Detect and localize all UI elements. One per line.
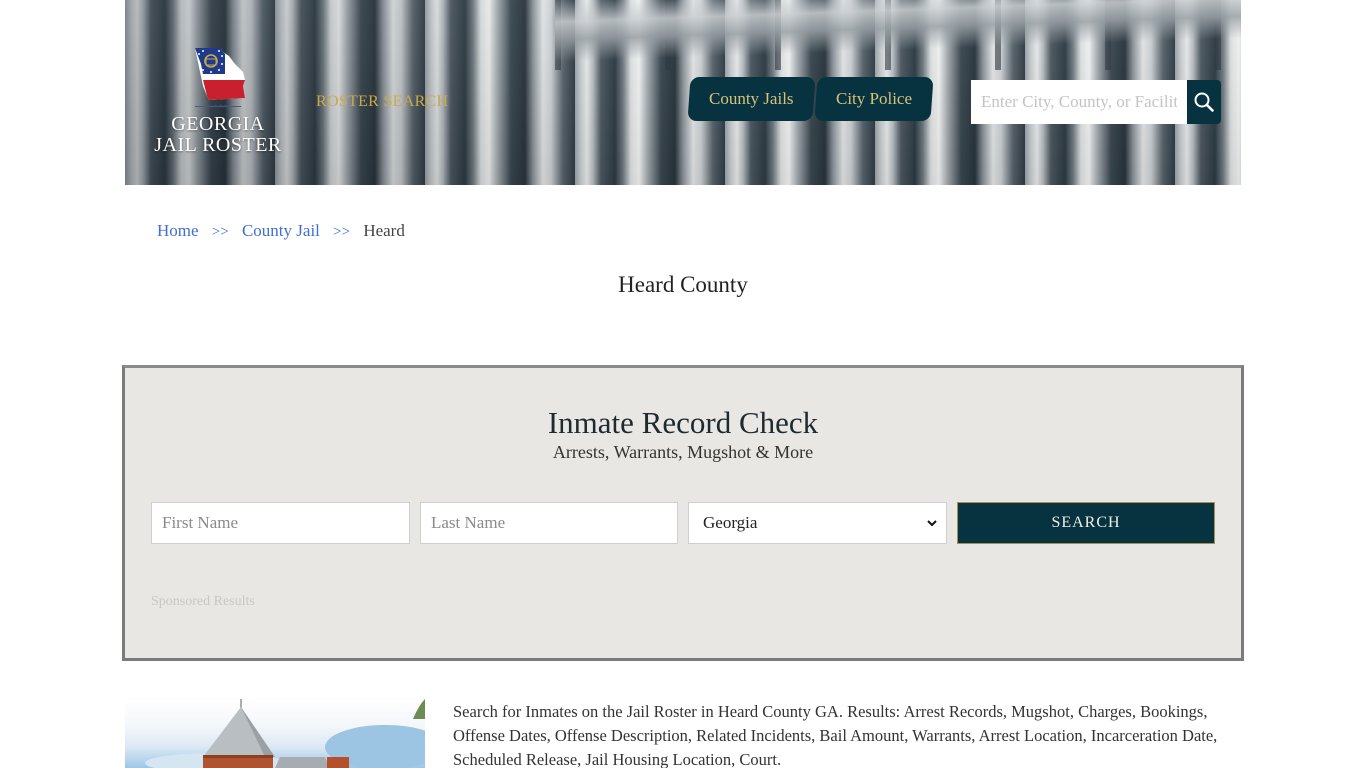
- panel-title: Inmate Record Check: [547, 405, 819, 440]
- logo-line-2: JAIL ROSTER: [154, 134, 282, 156]
- sponsored-results-label: Sponsored Results: [151, 594, 255, 609]
- inmate-record-check-panel: Inmate Record Check Arrests, Warrants, M…: [122, 365, 1244, 661]
- page-title: Heard County: [618, 272, 748, 297]
- main-nav: County Jails City Police: [687, 77, 934, 121]
- breadcrumb: Home >> County Jail >> Heard: [157, 221, 405, 241]
- site-logo[interactable]: GEORGIA JAIL ROSTER: [153, 46, 283, 166]
- facility-search: [971, 80, 1221, 124]
- roster-search-link[interactable]: ROSTER SEARCH: [316, 93, 448, 111]
- header-banner: GEORGIA JAIL ROSTER ROSTER SEARCH County…: [125, 0, 1241, 185]
- first-name-input[interactable]: [151, 502, 410, 544]
- breadcrumb-current: Heard: [363, 221, 405, 240]
- georgia-flag-map-icon: [195, 48, 245, 100]
- nav-tab-label: City Police: [835, 89, 912, 108]
- last-name-input[interactable]: [420, 502, 678, 544]
- nav-tab-county-jails[interactable]: County Jails: [687, 77, 816, 121]
- breadcrumb-separator: >>: [211, 224, 229, 240]
- facility-search-button[interactable]: [1187, 80, 1221, 124]
- chevron-down-icon: [927, 520, 937, 527]
- panel-subtitle: Arrests, Warrants, Mugshot & More: [552, 442, 814, 462]
- logo-line-1: GEORGIA: [171, 113, 265, 135]
- state-select[interactable]: Georgia: [688, 502, 947, 544]
- breadcrumb-county-jail[interactable]: County Jail: [242, 221, 320, 240]
- breadcrumb-home[interactable]: Home: [157, 221, 199, 240]
- jail-building-illustration: [145, 699, 425, 768]
- search-icon: [1194, 92, 1214, 112]
- nav-tab-city-police[interactable]: City Police: [814, 77, 934, 121]
- nav-tab-label: County Jails: [709, 89, 794, 108]
- facility-search-input[interactable]: [971, 80, 1187, 124]
- breadcrumb-separator: >>: [333, 224, 351, 240]
- search-button[interactable]: SEARCH: [957, 502, 1215, 544]
- intro-paragraph: Search for Inmates on the Jail Roster in…: [453, 702, 1218, 768]
- logo-text: GEORGIA JAIL ROSTER: [153, 114, 283, 156]
- jail-building-image: [125, 697, 425, 768]
- logo-dots: [213, 104, 227, 108]
- state-select-value: Georgia: [703, 513, 758, 532]
